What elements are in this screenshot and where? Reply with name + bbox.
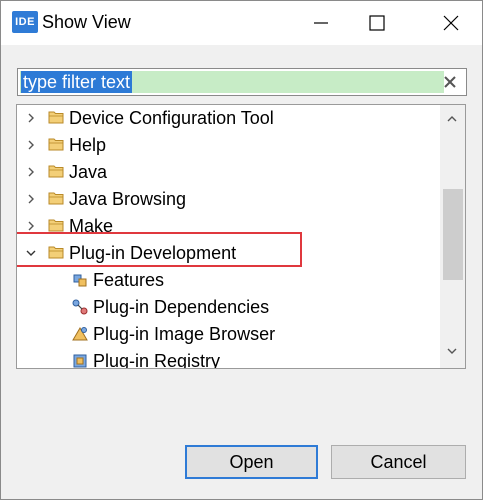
folder-icon bbox=[48, 165, 64, 178]
image-browser-icon bbox=[72, 327, 88, 341]
close-icon bbox=[443, 15, 459, 31]
tree-item-java[interactable]: Java bbox=[17, 159, 437, 185]
tree-item-label: Java Browsing bbox=[69, 189, 187, 209]
tree-item-label: Device Configuration Tool bbox=[69, 108, 274, 128]
folder-icon bbox=[48, 111, 64, 124]
folder-icon bbox=[48, 192, 64, 205]
tree-item-label: Plug-in Dependencies bbox=[93, 297, 270, 317]
chevron-right-icon[interactable] bbox=[25, 166, 37, 178]
view-tree: Device Configuration Tool Help Java Java… bbox=[16, 104, 466, 369]
plugin-registry-icon bbox=[73, 354, 87, 368]
tree-item-help[interactable]: Help bbox=[17, 132, 437, 158]
tree-item-label: Features bbox=[93, 270, 165, 290]
minimize-button[interactable] bbox=[298, 1, 344, 45]
folder-icon bbox=[48, 219, 64, 232]
tree-item-plug-in-dependencies[interactable]: Plug-in Dependencies bbox=[17, 294, 437, 320]
app-icon: IDE bbox=[12, 11, 38, 33]
scroll-up-icon[interactable] bbox=[446, 113, 458, 125]
tree-item-label: Plug-in Image Browser bbox=[93, 324, 276, 344]
tree-scrollbar[interactable] bbox=[440, 105, 465, 368]
chevron-right-icon[interactable] bbox=[25, 220, 37, 232]
scrollbar-thumb[interactable] bbox=[443, 189, 463, 280]
tree-item-java-browsing[interactable]: Java Browsing bbox=[17, 186, 437, 212]
tree-item-device-configuration-tool[interactable]: Device Configuration Tool bbox=[17, 105, 437, 131]
folder-icon bbox=[48, 138, 64, 151]
chevron-right-icon[interactable] bbox=[25, 139, 37, 151]
tree-item-plug-in-image-browser[interactable]: Plug-in Image Browser bbox=[17, 321, 437, 347]
minimize-icon bbox=[314, 22, 328, 24]
window-title: Show View bbox=[42, 12, 131, 32]
clear-filter-icon[interactable] bbox=[442, 74, 458, 90]
show-view-dialog: IDE Show View type filter text Device Co… bbox=[0, 0, 483, 500]
highlight-box bbox=[17, 232, 302, 267]
filter-input[interactable]: type filter text bbox=[17, 68, 467, 96]
chevron-right-icon[interactable] bbox=[25, 112, 37, 124]
features-icon bbox=[73, 274, 87, 287]
tree-item-plug-in-registry[interactable]: Plug-in Registry bbox=[17, 348, 437, 369]
title-bar: IDE Show View bbox=[1, 1, 482, 45]
tree-item-label: Plug-in Registry bbox=[93, 351, 221, 369]
filter-text: type filter text bbox=[21, 71, 133, 93]
tree-item-label: Help bbox=[69, 135, 107, 155]
tree-item-label: Java bbox=[69, 162, 108, 182]
cancel-button[interactable]: Cancel bbox=[331, 445, 466, 479]
tree-item-features[interactable]: Features bbox=[17, 267, 437, 293]
scroll-down-icon[interactable] bbox=[446, 345, 458, 357]
open-button[interactable]: Open bbox=[185, 445, 318, 479]
plugin-dependencies-icon bbox=[72, 299, 88, 315]
maximize-icon bbox=[369, 15, 385, 31]
chevron-right-icon[interactable] bbox=[25, 193, 37, 205]
close-button[interactable] bbox=[428, 1, 474, 45]
maximize-button[interactable] bbox=[354, 1, 400, 45]
